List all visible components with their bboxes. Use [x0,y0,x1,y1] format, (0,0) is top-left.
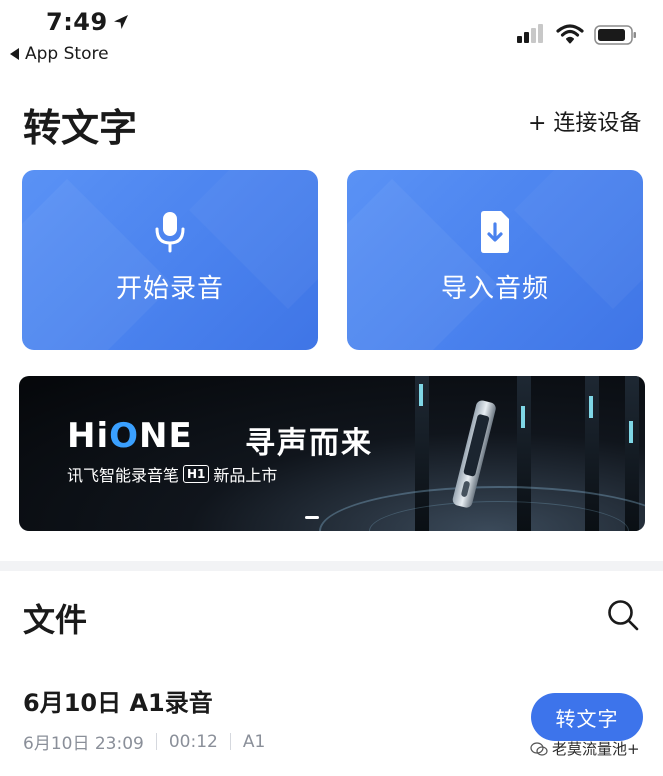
banner-subtitle: 讯飞智能录音笔 H1 新品上市 [67,462,277,486]
files-section-title: 文件 [23,601,88,639]
file-name: 6月10日 A1录音 [23,689,213,717]
back-to-app-store[interactable]: App Store [10,44,109,64]
model-badge: H1 [183,465,210,483]
start-recording-card[interactable]: 开始录音 [22,170,318,350]
banner-brand-hi: Hi [67,416,110,456]
back-arrow-icon [10,48,19,60]
cellular-signal-icon [517,24,543,43]
banner-sub-suffix: 新品上市 [213,466,278,485]
section-divider [0,561,663,571]
meta-separator [155,733,157,750]
voice-recorder-pen-image [452,400,496,508]
transcribe-button[interactable]: 转文字 [531,693,643,741]
watermark-text: 老莫流量池+ [552,740,640,758]
connect-device-button[interactable]: + 连接设备 [528,105,641,137]
battery-icon [594,25,636,45]
file-date: 6月10日 23:09 [23,734,144,754]
banner-tagline: 寻声而来 [245,426,373,461]
wechat-icon [530,741,548,756]
banner-brand-ne: NE [139,416,193,456]
watermark: 老莫流量池+ [530,738,640,759]
search-icon[interactable] [606,598,640,632]
back-label: App Store [25,44,109,64]
carousel-indicator [305,516,319,519]
import-audio-label: 导入音频 [440,273,549,304]
import-audio-card[interactable]: 导入音频 [347,170,643,350]
file-duration: 00:12 [168,731,218,752]
file-device: A1 [242,731,266,752]
microphone-icon [155,211,185,252]
file-download-icon [481,210,509,253]
banner-sub-prefix: 讯飞智能录音笔 [67,466,180,485]
page-title: 转文字 [23,106,138,150]
promo-banner[interactable]: HiONE 寻声而来 讯飞智能录音笔 H1 新品上市 [19,376,645,531]
file-meta: 6月10日 23:09 00:12 A1 [23,729,266,755]
wifi-icon [556,24,584,44]
banner-brand-o: O [109,416,140,456]
status-time: 7:49 [46,8,108,36]
banner-brand: HiONE [67,416,193,456]
meta-separator [229,733,231,750]
start-recording-label: 开始录音 [115,273,224,304]
location-arrow-icon [114,15,128,29]
